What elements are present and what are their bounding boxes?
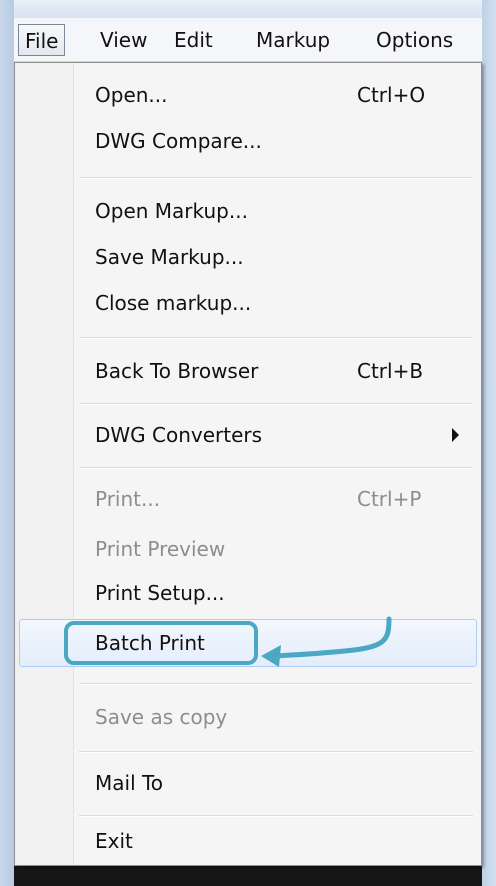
menu-markup[interactable]: Markup xyxy=(250,24,336,56)
menu-separator xyxy=(79,337,473,339)
window-left-border xyxy=(0,0,14,886)
drawing-canvas xyxy=(14,866,482,886)
callout-arrow-icon xyxy=(261,616,392,667)
menu-item-shortcut: Ctrl+P xyxy=(357,487,422,511)
menu-edit[interactable]: Edit xyxy=(168,24,219,56)
window-titlebar xyxy=(0,0,496,18)
menu-view[interactable]: View xyxy=(94,24,153,56)
menu-item-print[interactable]: Print... Ctrl+P xyxy=(19,475,477,523)
window-right-border xyxy=(482,0,496,886)
menu-item-exit[interactable]: Exit xyxy=(19,817,477,865)
menu-item-label: Back To Browser xyxy=(95,359,259,383)
menu-item-label: Mail To xyxy=(95,771,164,795)
menu-item-shortcut: Ctrl+B xyxy=(357,359,424,383)
menu-item-open-markup[interactable]: Open Markup... xyxy=(19,187,477,235)
menu-separator xyxy=(79,177,473,179)
menu-options[interactable]: Options xyxy=(370,24,459,56)
menu-item-mail-to[interactable]: Mail To xyxy=(19,759,477,807)
menu-item-back-to-browser[interactable]: Back To Browser Ctrl+B xyxy=(19,347,477,395)
menu-item-open[interactable]: Open... Ctrl+O xyxy=(19,71,477,119)
file-dropdown-menu: Open... Ctrl+O DWG Compare... Open Marku… xyxy=(14,62,482,866)
menu-item-label: Print Setup... xyxy=(95,581,225,605)
menu-item-label: Print Preview xyxy=(95,537,226,561)
menu-item-shortcut: Ctrl+O xyxy=(357,83,426,107)
menu-item-dwg-converters[interactable]: DWG Converters xyxy=(19,411,477,459)
menu-item-label: Open... xyxy=(95,83,168,107)
menu-item-label: DWG Converters xyxy=(95,423,263,447)
menu-item-label: Batch Print xyxy=(95,631,205,655)
menu-separator xyxy=(79,683,473,685)
menu-file[interactable]: File xyxy=(18,24,66,56)
menu-separator xyxy=(79,467,473,469)
menu-item-label: Close markup... xyxy=(95,291,252,315)
menu-item-label: DWG Compare... xyxy=(95,129,262,153)
menu-item-label: Exit xyxy=(95,829,133,853)
submenu-arrow-icon xyxy=(452,428,459,442)
menu-item-print-setup[interactable]: Print Setup... xyxy=(19,569,477,617)
menu-item-label: Print... xyxy=(95,487,161,511)
menu-item-save-markup[interactable]: Save Markup... xyxy=(19,233,477,281)
menu-item-close-markup[interactable]: Close markup... xyxy=(19,279,477,327)
menu-item-label: Save as copy xyxy=(95,705,228,729)
menu-separator xyxy=(79,751,473,753)
menu-item-batch-print[interactable]: Batch Print xyxy=(19,619,477,667)
menu-item-print-preview[interactable]: Print Preview xyxy=(19,525,477,573)
menu-item-label: Open Markup... xyxy=(95,199,248,223)
menu-separator xyxy=(79,403,473,405)
menu-item-dwg-compare[interactable]: DWG Compare... xyxy=(19,117,477,165)
menu-icon-gutter xyxy=(15,63,74,865)
menu-bar: File View Edit Markup Options xyxy=(14,18,482,62)
menu-item-save-as-copy[interactable]: Save as copy xyxy=(19,693,477,741)
menu-item-label: Save Markup... xyxy=(95,245,244,269)
